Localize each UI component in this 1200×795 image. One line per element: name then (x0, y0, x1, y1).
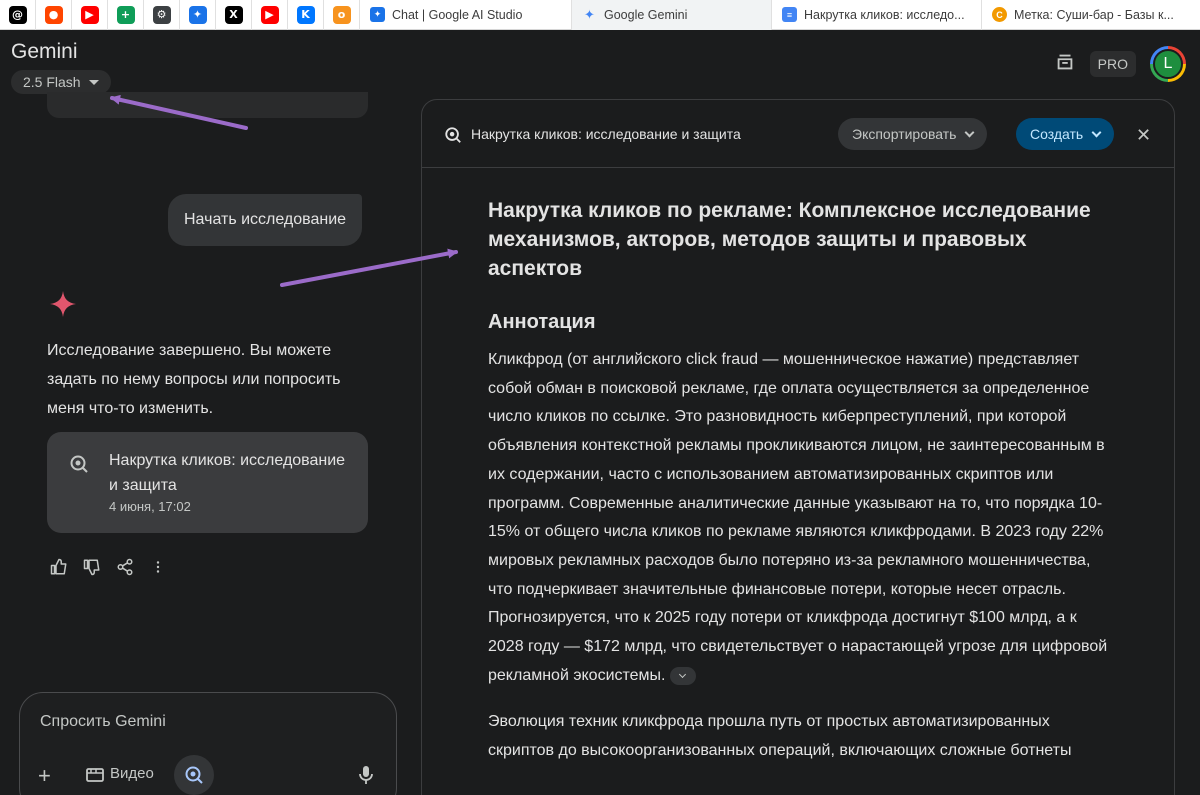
pinned-tab[interactable]: o (324, 0, 360, 30)
add-icon[interactable]: + (38, 763, 51, 789)
pinned-tab[interactable]: @ (0, 0, 36, 30)
mic-icon[interactable] (358, 765, 374, 790)
vk-icon: K (296, 5, 315, 24)
panel-title: Накрутка кликов: исследование и защита (471, 126, 741, 142)
tab-ai-studio[interactable]: ✦ Chat | Google AI Studio (360, 0, 572, 30)
pinned-tab[interactable]: ▶ (252, 0, 288, 30)
tab-gemini[interactable]: ✦ Google Gemini (572, 0, 772, 30)
thumbs-down-icon[interactable] (81, 556, 102, 577)
canvas-panel: Накрутка кликов: исследование и защита Э… (421, 99, 1175, 795)
avatar-letter: L (1153, 49, 1183, 79)
video-icon (86, 767, 104, 782)
tab-site[interactable]: C Метка: Суши-бар - Базы к... (982, 0, 1192, 30)
user-message: Начать исследование (168, 194, 363, 246)
docs-icon: ≡ (782, 7, 797, 22)
settings-icon: ⚙ (152, 5, 171, 24)
pinned-tab[interactable]: X (216, 0, 252, 30)
research-doc-card[interactable]: Накрутка кликов: исследование и защита 4… (47, 432, 368, 533)
caret-down-icon (88, 79, 99, 85)
prompt-placeholder: Спросить Gemini (40, 713, 166, 730)
youtube-icon: ▶ (260, 5, 279, 24)
bluesky-icon: ✦ (188, 5, 207, 24)
pinned-tabs: @ ● ▶ + ⚙ ✦ X ▶ Ko (0, 0, 360, 30)
chevron-down-icon (1091, 127, 1102, 137)
pinned-tab[interactable]: ● (36, 0, 72, 30)
tab-label: Накрутка кликов: исследо... (804, 7, 965, 22)
avatar[interactable]: L (1150, 46, 1186, 82)
pinned-tab[interactable]: ✦ (180, 0, 216, 30)
history-icon[interactable] (1054, 51, 1076, 78)
response-actions (48, 556, 168, 577)
pro-badge: PRO (1089, 51, 1136, 77)
pinned-tab[interactable]: ⚙ (144, 0, 180, 30)
tab-label: Google Gemini (604, 7, 688, 22)
more-vert-icon[interactable] (147, 556, 168, 577)
doc-card-title: Накрутка кликов: исследование и защита (109, 452, 346, 494)
tab-label: Chat | Google AI Studio (392, 7, 523, 22)
video-button[interactable]: Видео (86, 765, 154, 782)
video-label: Видео (110, 765, 154, 782)
create-label: Создать (1030, 126, 1084, 142)
paragraph: Эволюция техник кликфрода прошла путь от… (488, 713, 1072, 760)
export-button[interactable]: Экспортировать (838, 118, 988, 150)
document-body: Накрутка кликов по рекламе: Комплексное … (488, 196, 1108, 766)
tab-docs[interactable]: ≡ Накрутка кликов: исследо... (772, 0, 982, 30)
deep-research-icon (69, 454, 89, 479)
app-title: Gemini (11, 40, 78, 63)
model-label: 2.5 Flash (23, 74, 81, 90)
document-title: Накрутка кликов по рекламе: Комплексное … (488, 199, 1091, 280)
browser-tab-bar: @ ● ▶ + ⚙ ✦ X ▶ Ko ✦ Chat | Google AI Studio ✦ G… (0, 0, 1200, 30)
pinned-tab[interactable]: ▶ (72, 0, 108, 30)
close-icon[interactable]: ✕ (1136, 125, 1151, 146)
x-icon: X (224, 5, 243, 24)
pinned-tab[interactable]: + (108, 0, 144, 30)
response-text: Исследование завершено. Вы можете задать… (47, 342, 341, 417)
section-heading: Аннотация (488, 311, 596, 333)
sheets-icon: + (116, 5, 135, 24)
doc-card-date: 4 июня, 17:02 (109, 499, 191, 514)
create-button[interactable]: Создать (1016, 118, 1115, 150)
deep-research-icon (444, 126, 462, 149)
tab-label: Метка: Суши-бар - Базы к... (1014, 7, 1174, 22)
pinned-tab[interactable]: K (288, 0, 324, 30)
header-actions: PRO L (1054, 46, 1186, 82)
paragraph: Кликфрод (от английского click fraud — м… (488, 346, 1108, 690)
previous-card-edge (47, 92, 368, 118)
deep-research-toggle[interactable] (174, 755, 214, 795)
reddit-icon: ● (44, 5, 63, 24)
deep-research-icon (185, 766, 203, 784)
panel-header: Накрутка кликов: исследование и защита Э… (422, 100, 1174, 168)
gemini-spark-icon (50, 291, 76, 317)
expand-citation-icon[interactable] (669, 666, 696, 685)
ok-icon: o (332, 5, 351, 24)
gemini-icon: ✦ (584, 6, 595, 22)
model-selector[interactable]: 2.5 Flash (11, 70, 111, 94)
ai-studio-icon: ✦ (370, 7, 385, 22)
threads-icon: @ (8, 5, 27, 24)
export-label: Экспортировать (852, 126, 957, 142)
youtube-icon: ▶ (80, 5, 99, 24)
share-icon[interactable] (114, 556, 135, 577)
paragraph-text: Кликфрод (от английского click fraud — м… (488, 351, 1108, 684)
thumbs-up-icon[interactable] (48, 556, 69, 577)
chevron-down-icon (965, 127, 975, 137)
site-icon: C (992, 7, 1007, 22)
prompt-input[interactable]: Спросить Gemini + Видео (19, 692, 397, 795)
